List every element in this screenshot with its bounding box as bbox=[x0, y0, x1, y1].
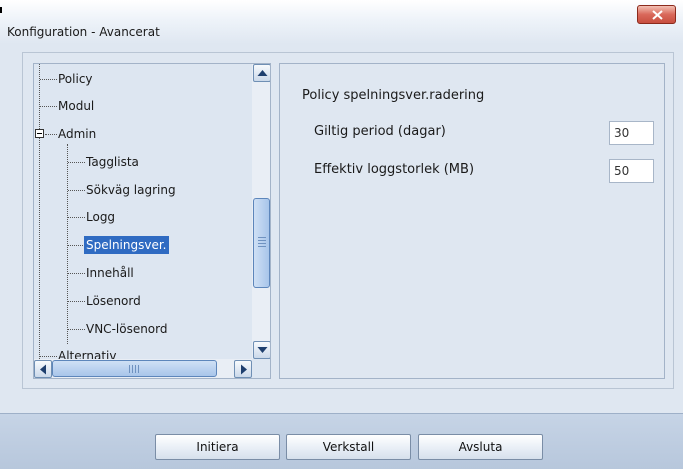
close-icon bbox=[652, 10, 663, 20]
tree-item-losenord[interactable]: Lösenord bbox=[86, 292, 141, 310]
tree-connector bbox=[68, 162, 85, 163]
scroll-right-button[interactable] bbox=[234, 360, 252, 378]
tree-item-logg[interactable]: Logg bbox=[86, 208, 115, 226]
thumb-grip bbox=[138, 365, 139, 373]
tree-connector bbox=[40, 356, 57, 357]
arrow-right-icon bbox=[241, 364, 247, 375]
tree-connector bbox=[68, 217, 85, 218]
horizontal-scroll-thumb[interactable] bbox=[52, 360, 217, 377]
tree-item-sokvag-lagring[interactable]: Sökväg lagring bbox=[86, 181, 176, 199]
tree-item-spelningsver[interactable]: Spelningsver. bbox=[84, 236, 169, 254]
thumb-grip bbox=[258, 246, 266, 247]
tree-root-line bbox=[39, 64, 40, 359]
tree-item-tagglista[interactable]: Tagglista bbox=[86, 153, 139, 171]
title-bar: Konfiguration - Avancerat bbox=[0, 0, 683, 44]
thumb-grip bbox=[129, 365, 130, 373]
tree-connector bbox=[68, 190, 85, 191]
log-size-input[interactable] bbox=[609, 159, 654, 183]
tree-horizontal-scrollbar[interactable] bbox=[34, 359, 252, 378]
settings-heading: Policy spelningsver.radering bbox=[302, 88, 485, 103]
arrow-down-icon bbox=[257, 347, 268, 353]
initiera-button[interactable]: Initiera bbox=[155, 434, 280, 460]
scroll-left-button[interactable] bbox=[34, 360, 52, 378]
thumb-grip bbox=[258, 240, 266, 241]
tree-item-modul[interactable]: Modul bbox=[58, 97, 94, 115]
button-bar: Initiera Verkstall Avsluta bbox=[0, 413, 683, 469]
valid-period-input[interactable] bbox=[609, 121, 654, 145]
title-bar-corner-mark bbox=[0, 7, 2, 13]
tree-item-policy[interactable]: Policy bbox=[58, 70, 93, 88]
thumb-grip bbox=[132, 365, 133, 373]
arrow-up-icon bbox=[257, 70, 268, 76]
scrollbar-corner bbox=[252, 359, 270, 378]
settings-panel: Policy spelningsver.radering Giltig peri… bbox=[279, 63, 665, 379]
tree-item-admin[interactable]: Admin bbox=[58, 125, 96, 143]
tree-connector bbox=[68, 329, 85, 330]
settings-tree: Policy Modul Admin Tagglista Sökväg lagr… bbox=[33, 63, 271, 379]
thumb-grip bbox=[135, 365, 136, 373]
tree-admin-line bbox=[67, 144, 68, 344]
scroll-up-button[interactable] bbox=[253, 64, 270, 82]
close-button[interactable] bbox=[637, 5, 676, 24]
tree-connector bbox=[40, 106, 57, 107]
vertical-scroll-thumb[interactable] bbox=[253, 198, 270, 288]
tree-canvas: Policy Modul Admin Tagglista Sökväg lagr… bbox=[34, 64, 252, 359]
configuration-window: Konfiguration - Avancerat Policy Modul A… bbox=[0, 0, 683, 469]
tree-connector bbox=[40, 79, 57, 80]
tree-connector bbox=[68, 245, 83, 246]
verkstall-button[interactable]: Verkstall bbox=[286, 434, 411, 460]
tree-connector bbox=[68, 301, 85, 302]
scroll-down-button[interactable] bbox=[253, 341, 270, 359]
tree-connector bbox=[45, 134, 57, 135]
thumb-grip bbox=[258, 237, 266, 238]
tree-item-innehall[interactable]: Innehåll bbox=[86, 264, 134, 282]
thumb-grip bbox=[258, 243, 266, 244]
tree-item-vnc-losenord[interactable]: VNC-lösenord bbox=[86, 320, 168, 338]
log-size-label: Effektiv loggstorlek (MB) bbox=[314, 162, 475, 177]
avsluta-button[interactable]: Avsluta bbox=[418, 434, 543, 460]
tree-collapse-icon[interactable] bbox=[35, 129, 44, 138]
tree-connector bbox=[68, 273, 85, 274]
window-title: Konfiguration - Avancerat bbox=[7, 25, 160, 39]
tree-item-alternativ[interactable]: Alternativ bbox=[58, 347, 116, 359]
arrow-left-icon bbox=[40, 364, 46, 375]
valid-period-label: Giltig period (dagar) bbox=[314, 124, 446, 139]
tree-vertical-scrollbar[interactable] bbox=[252, 64, 270, 359]
